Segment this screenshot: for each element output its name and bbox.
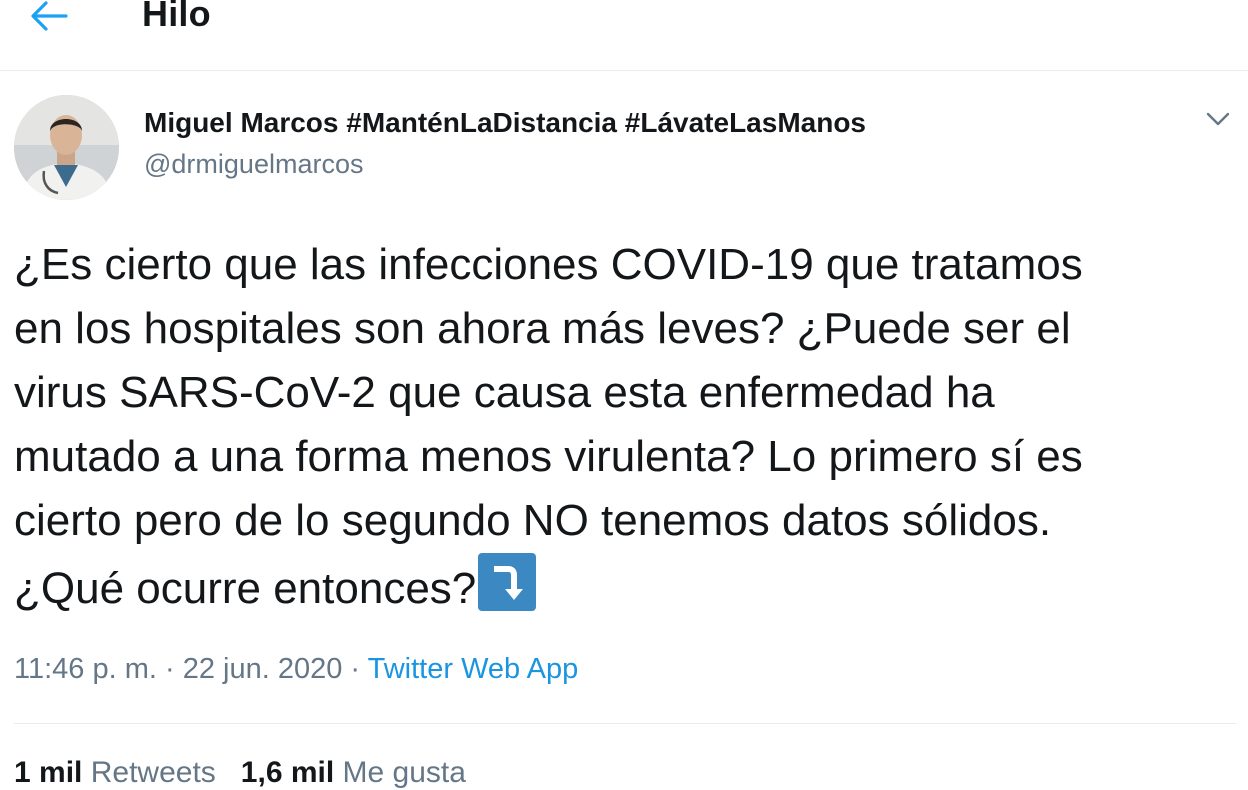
divider	[14, 723, 1236, 724]
avatar[interactable]	[14, 95, 119, 200]
arrow-left-icon[interactable]	[26, 0, 70, 34]
thread-header: Hilo	[0, 0, 1248, 71]
meta-separator: ·	[342, 653, 368, 685]
likes-stat[interactable]: 1,6 mil Me gusta	[241, 756, 466, 789]
author-display-name[interactable]: Miguel Marcos #ManténLaDistancia #Lávate…	[144, 107, 866, 139]
page-title: Hilo	[142, 0, 211, 34]
tweet-source-link[interactable]: Twitter Web App	[368, 653, 579, 685]
tweet-text: ¿Es cierto que las infecciones COVID-19 …	[14, 233, 1239, 621]
tweet-date[interactable]: 22 jun. 2020	[183, 653, 343, 685]
tweet-stats: 1 mil Retweets 1,6 mil Me gusta	[14, 756, 466, 790]
tweet-metadata: 11:46 p. m. · 22 jun. 2020 · Twitter Web…	[14, 653, 578, 686]
likes-count: 1,6 mil	[240, 756, 335, 789]
likes-label: Me gusta	[342, 756, 466, 789]
meta-separator: ·	[156, 653, 183, 685]
tweet-time[interactable]: 11:46 p. m.	[14, 653, 157, 685]
author-handle[interactable]: @drmiguelmarcos	[144, 149, 363, 180]
arrow-curving-down-icon	[478, 553, 537, 611]
retweets-count: 1 mil	[14, 756, 83, 789]
retweets-stat[interactable]: 1 mil Retweets	[14, 756, 216, 789]
chevron-down-icon[interactable]	[1200, 104, 1236, 134]
avatar-photo	[14, 95, 119, 200]
retweets-label: Retweets	[90, 756, 216, 789]
tweet-body: ¿Es cierto que las infecciones COVID-19 …	[14, 240, 1083, 613]
